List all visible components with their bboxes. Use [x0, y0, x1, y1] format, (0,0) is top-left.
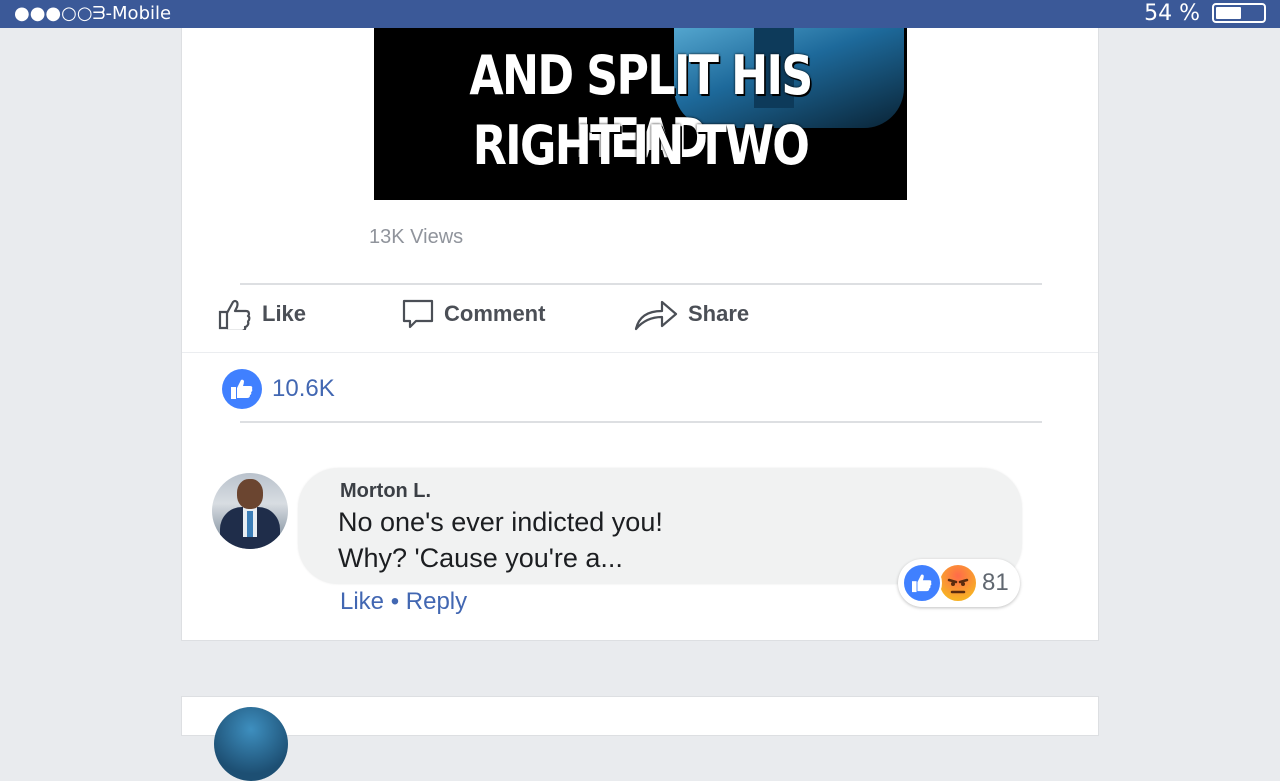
avatar[interactable] [214, 707, 288, 781]
next-post-card [181, 696, 1099, 781]
comment-button-label: Comment [444, 301, 546, 326]
comment-like-reply-links[interactable]: Like • Reply [340, 588, 467, 616]
reaction-summary[interactable]: 10.6K [222, 369, 335, 409]
share-button[interactable]: Share [634, 290, 749, 338]
views-count: 13K Views [369, 226, 464, 248]
meme-caption-line-2: RIGHT IN TWO [472, 114, 810, 177]
battery-percent: 54 % [1144, 1, 1200, 26]
like-button-label: Like [262, 301, 307, 326]
avatar-face [237, 479, 263, 509]
divider [240, 421, 1042, 423]
avatar-tie [247, 511, 253, 537]
status-bar: ●●●○○ᗱ-Mobile 54 % [0, 0, 1280, 28]
comment-author[interactable]: Morton L. [340, 480, 431, 503]
comment-text-line-1: No one's ever indicted you! [338, 507, 663, 537]
share-icon [634, 300, 678, 331]
share-button-label: Share [688, 301, 750, 326]
angry-icon [938, 563, 978, 603]
reaction-total: 10.6K [272, 375, 335, 402]
like-button[interactable]: Like [218, 290, 306, 338]
thumbs-up-icon [218, 299, 251, 330]
like-icon [902, 563, 942, 603]
post-card: AND SPLIT HIS HEAD RIGHT IN TWO 13K View… [181, 28, 1099, 641]
comment-text: No one's ever indicted you! Why? 'Cause … [338, 504, 663, 576]
post-actions: Like Comment Share [182, 290, 1100, 338]
divider [240, 283, 1042, 285]
section-divider [182, 352, 1098, 353]
comment-button[interactable]: Comment [402, 290, 545, 338]
battery-fill [1216, 7, 1241, 19]
battery-icon [1212, 3, 1266, 23]
comment-text-line-2: Why? 'Cause you're a... [338, 543, 623, 573]
post-media[interactable]: AND SPLIT HIS HEAD RIGHT IN TWO [374, 28, 907, 200]
like-reaction-icon [222, 369, 262, 409]
comment-reactions[interactable]: 81 [898, 559, 1020, 607]
carrier-label: ●●●○○ᗱ-Mobile [14, 3, 172, 24]
comment-icon [402, 299, 434, 329]
avatar[interactable] [212, 473, 288, 549]
comment-reaction-count: 81 [982, 569, 1009, 596]
